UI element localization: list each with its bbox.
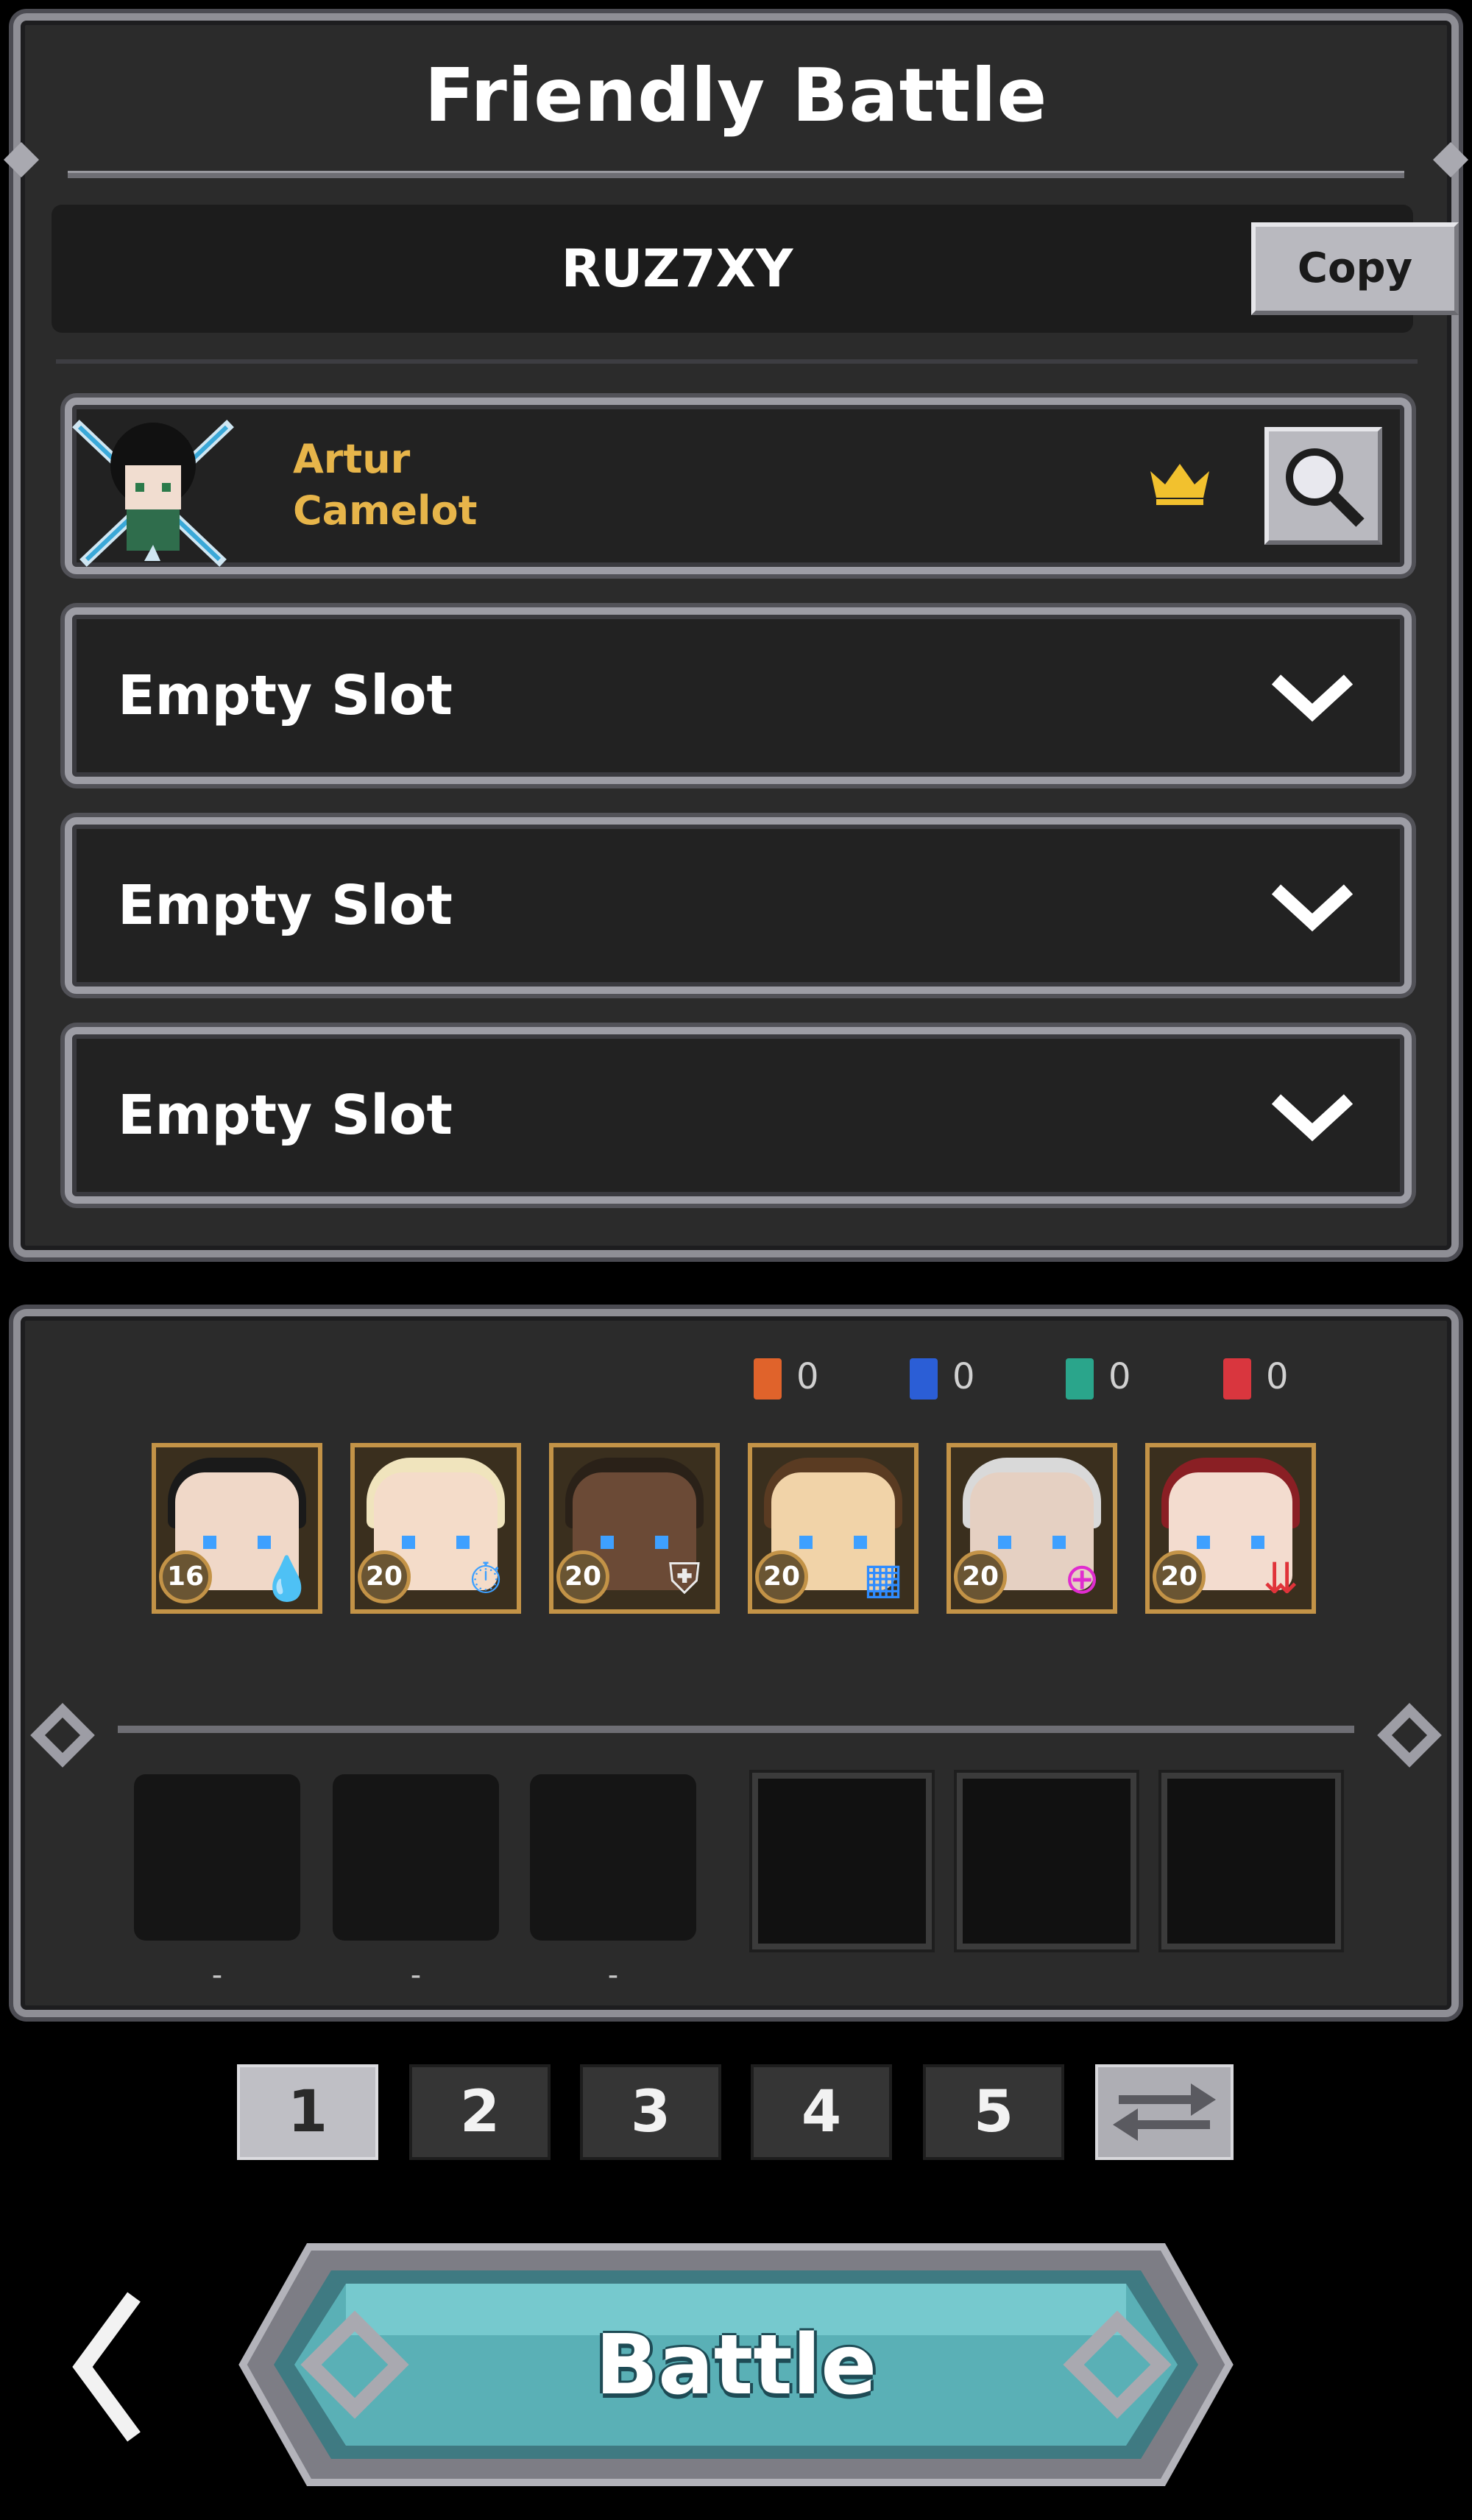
deck-tab-1[interactable]: 1: [237, 2064, 378, 2160]
deck-divider: [118, 1726, 1354, 1733]
green-card-icon: [1066, 1358, 1094, 1400]
page-title: Friendly Battle: [424, 52, 1048, 138]
card-count-value: 0: [952, 1356, 975, 1397]
card-count-value: 0: [1108, 1356, 1131, 1397]
blue-grid-icon: ▦: [863, 1553, 904, 1603]
hero-level-badge: 20: [954, 1550, 1007, 1603]
player-guild: Camelot: [293, 487, 478, 534]
chevron-down-icon: [1272, 884, 1353, 932]
deck-tab-5[interactable]: 5: [923, 2064, 1064, 2160]
empty-slot-dropdown[interactable]: Empty Slot: [65, 817, 1412, 994]
magenta-target-icon: ⊕: [1064, 1553, 1100, 1603]
deck-tab-4[interactable]: 4: [751, 2064, 892, 2160]
hero-card[interactable]: 20 ⇊: [1145, 1443, 1316, 1614]
equipment-slot[interactable]: [954, 1770, 1139, 1952]
orange-sword-card-icon: [754, 1358, 782, 1400]
empty-slot-dash: -: [211, 1958, 223, 1992]
player-name: Artur: [293, 436, 411, 482]
card-count-green: 0: [1066, 1356, 1131, 1400]
empty-slot-dash: -: [607, 1958, 619, 1992]
empty-slot-dropdown[interactable]: Empty Slot: [65, 1027, 1412, 1204]
slot-label: Empty Slot: [118, 874, 453, 937]
copy-button[interactable]: Copy: [1251, 222, 1459, 315]
card-count-orange: 0: [754, 1356, 819, 1400]
swap-arrows-icon: [1113, 2083, 1216, 2141]
swap-deck-button[interactable]: [1095, 2064, 1234, 2160]
hero-card[interactable]: 20 ▦: [748, 1443, 919, 1614]
code-divider: [56, 359, 1418, 364]
crown-icon: [1150, 464, 1209, 505]
hero-level-badge: 16: [159, 1550, 212, 1603]
card-count-value: 0: [1266, 1356, 1289, 1397]
inspect-player-button[interactable]: [1264, 427, 1382, 545]
empty-slot-dropdown[interactable]: Empty Slot: [65, 607, 1412, 784]
equipment-slot[interactable]: [749, 1770, 935, 1952]
chevron-down-icon: [1272, 674, 1353, 722]
card-count-blue: 0: [910, 1356, 975, 1400]
battle-button[interactable]: [236, 2225, 1236, 2505]
card-count-value: 0: [796, 1356, 819, 1397]
blue-question-card-icon: [910, 1358, 938, 1400]
white-shield-icon: ⛨: [668, 1553, 701, 1603]
red-heart-card-icon: [1223, 1358, 1251, 1400]
hero-level-badge: 20: [556, 1550, 609, 1603]
deck-tab-3[interactable]: 3: [580, 2064, 721, 2160]
hero-level-badge: 20: [755, 1550, 808, 1603]
hero-level-badge: 20: [1153, 1550, 1206, 1603]
hero-level-badge: 20: [358, 1550, 411, 1603]
card-count-red: 0: [1223, 1356, 1289, 1400]
empty-slot-dash: -: [410, 1958, 422, 1992]
player-slot: Artur Camelot: [65, 398, 1412, 574]
blue-stopwatch-icon: ⏱: [469, 1553, 503, 1603]
hero-card[interactable]: 16 💧: [152, 1443, 322, 1614]
slot-label: Empty Slot: [118, 664, 453, 727]
hero-card[interactable]: 20 ⏱: [350, 1443, 521, 1614]
empty-deck-slot[interactable]: [333, 1774, 499, 1941]
chevron-down-icon: [1272, 1094, 1353, 1142]
equipment-slot[interactable]: [1158, 1770, 1344, 1952]
room-code: RUZ7XY: [561, 239, 793, 299]
room-code-bar: RUZ7XY Copy: [52, 205, 1459, 333]
magnifier-icon: [1286, 448, 1365, 527]
red-arrows-icon: ⇊: [1262, 1553, 1299, 1603]
empty-deck-slot[interactable]: [134, 1774, 300, 1941]
hero-card[interactable]: 20 ⊕: [946, 1443, 1117, 1614]
title-divider: [68, 171, 1404, 178]
empty-deck-slot[interactable]: [530, 1774, 696, 1941]
chevron-left-icon[interactable]: [68, 2290, 149, 2444]
slot-label: Empty Slot: [118, 1084, 453, 1147]
purple-drops-icon: 💧: [260, 1553, 314, 1603]
hero-card[interactable]: 20 ⛨: [549, 1443, 720, 1614]
player-avatar: [72, 420, 234, 567]
deck-tab-2[interactable]: 2: [409, 2064, 551, 2160]
